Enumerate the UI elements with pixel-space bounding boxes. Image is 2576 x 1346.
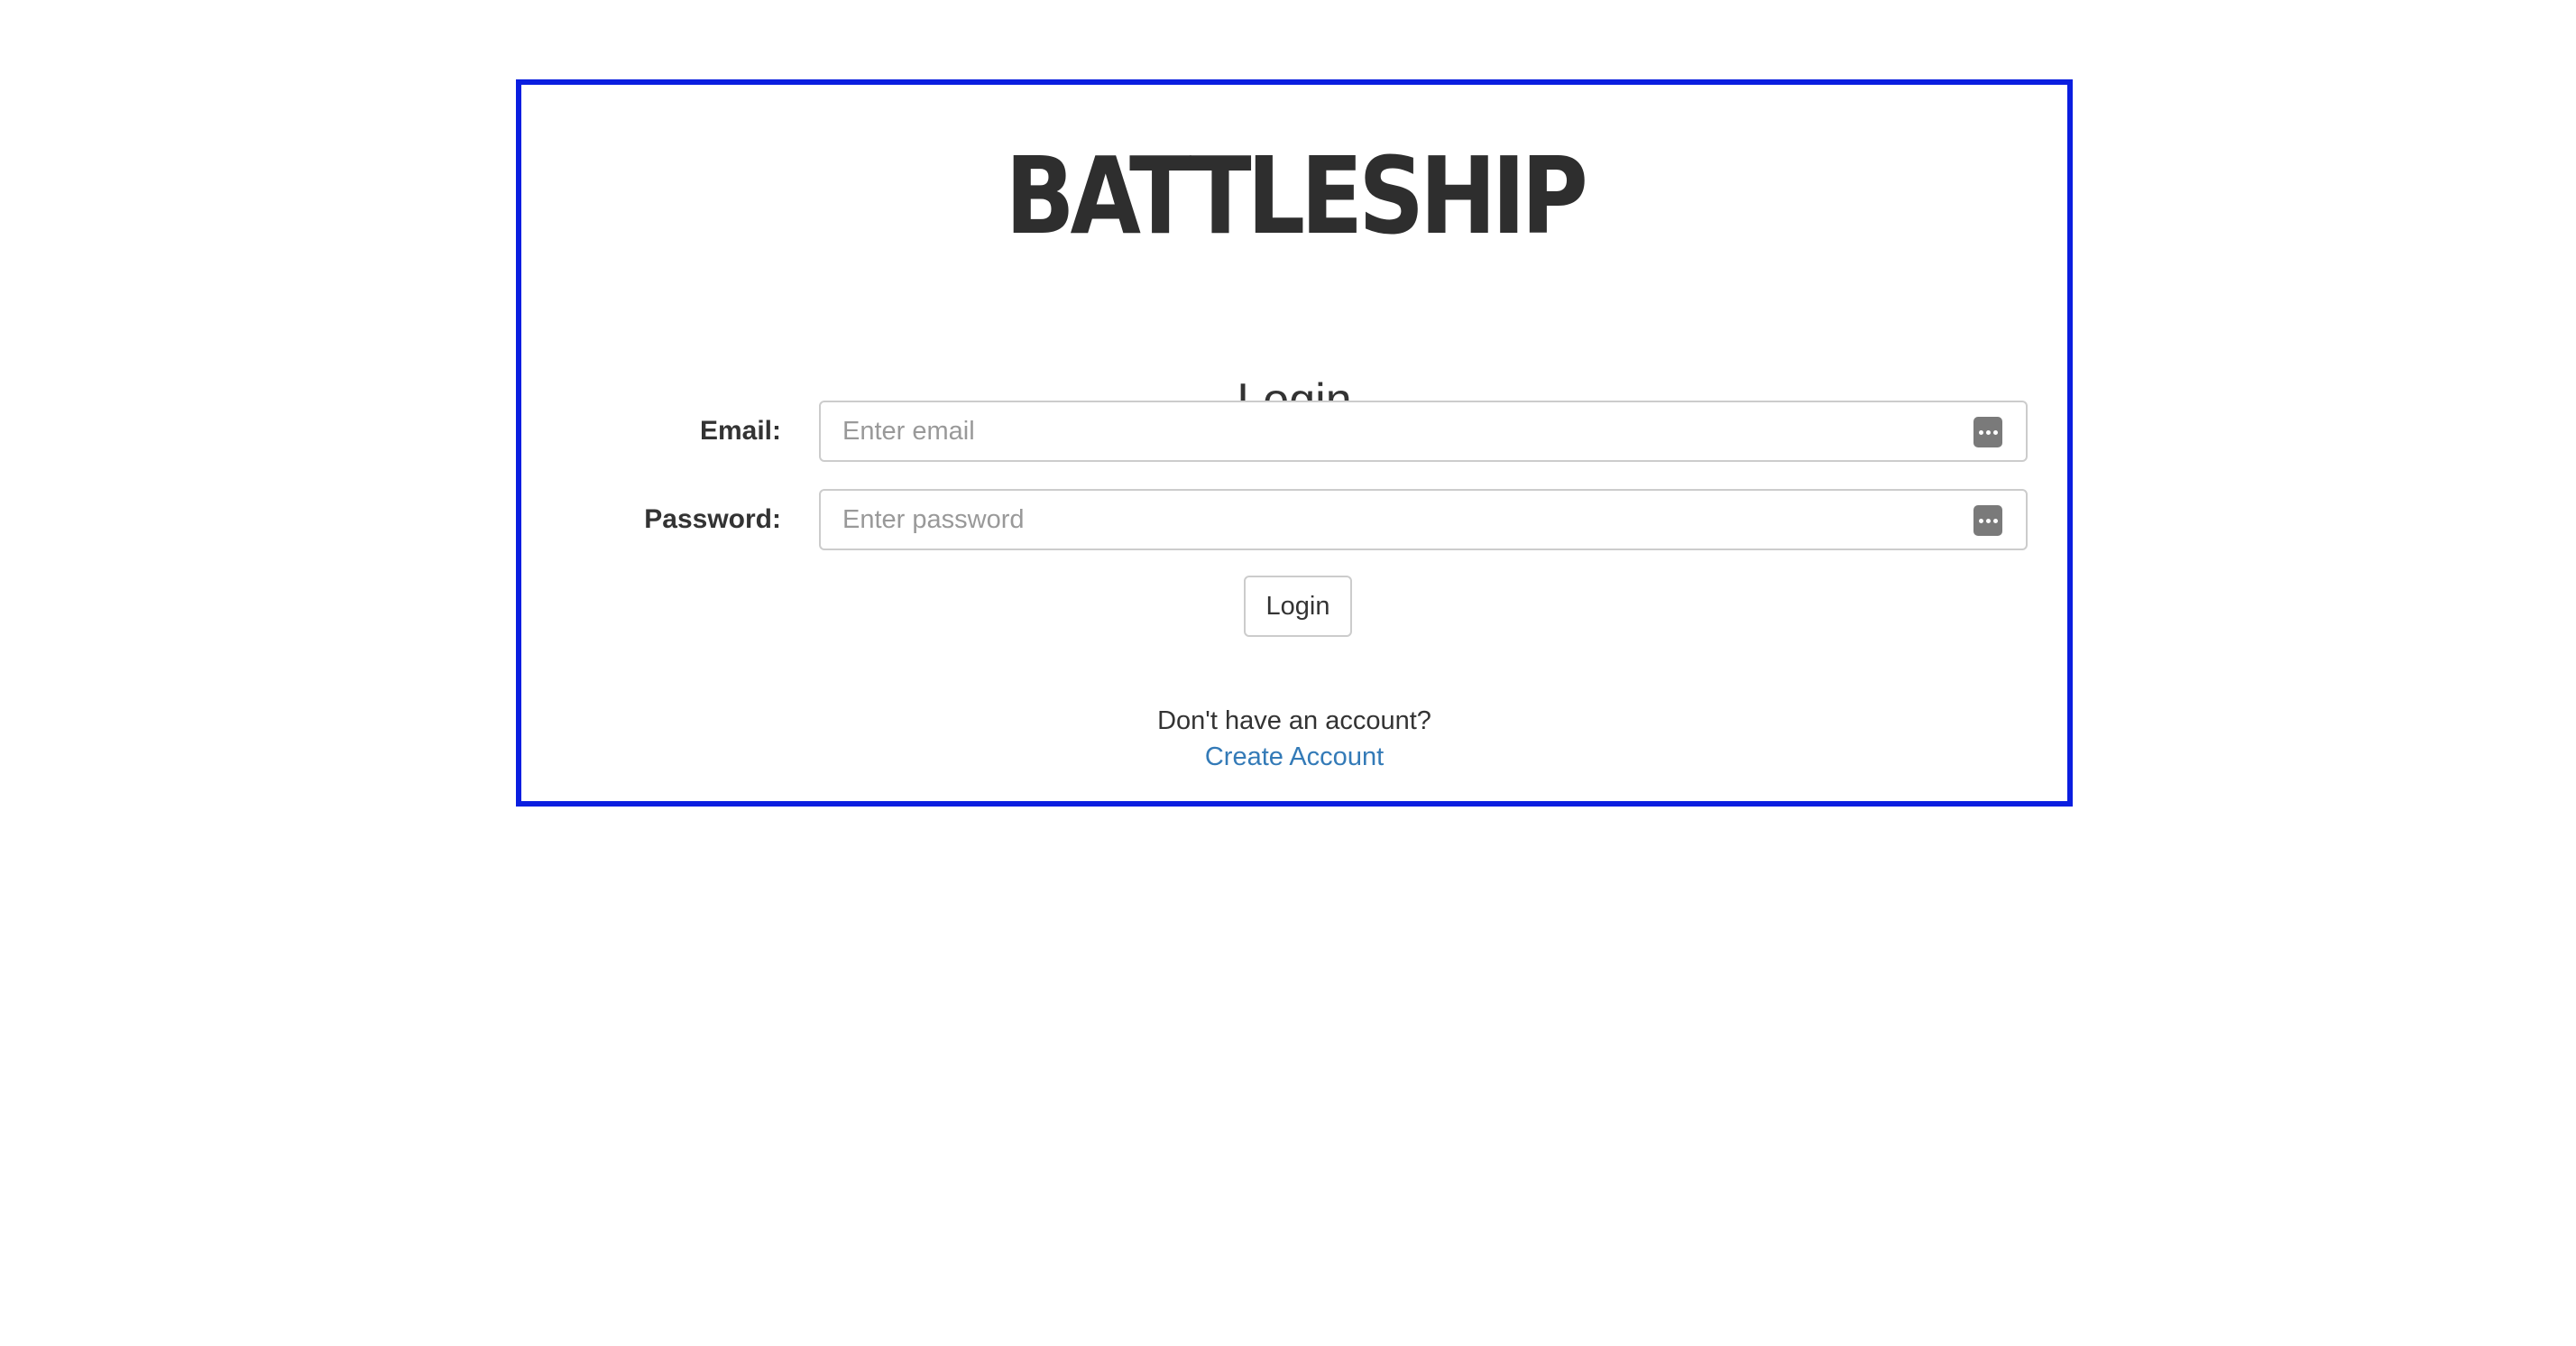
- email-label: Email:: [699, 416, 781, 446]
- password-field-wrapper: [819, 489, 2028, 550]
- create-account-link[interactable]: Create Account: [1205, 742, 1384, 771]
- email-input[interactable]: [821, 402, 2026, 460]
- login-button[interactable]: Login: [1244, 576, 1352, 637]
- login-panel: BATTLESHIP Login Email: Password: Login …: [516, 79, 2073, 807]
- no-account-text: Don't have an account?: [1157, 706, 1431, 735]
- password-manager-icon[interactable]: [1973, 505, 2002, 536]
- password-manager-icon[interactable]: [1973, 417, 2002, 447]
- password-input[interactable]: [821, 491, 2026, 549]
- battleship-logo: BATTLESHIP: [1005, 134, 1587, 258]
- create-account-link-container: Create Account: [521, 740, 2067, 774]
- password-label: Password:: [644, 504, 781, 534]
- email-field-wrapper: [819, 401, 2028, 462]
